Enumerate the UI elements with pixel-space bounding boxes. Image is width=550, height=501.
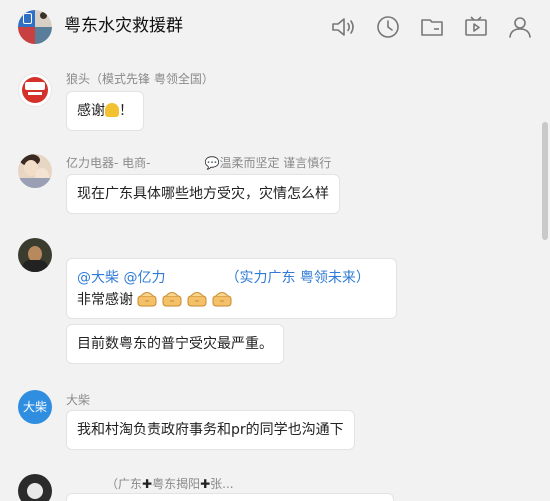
message-bubble[interactable]: 目前数粤东的普宁受灾最严重。 [66, 324, 284, 364]
mention-link[interactable]: @大柴 [77, 270, 119, 286]
avatar-photo [18, 178, 52, 188]
video-icon[interactable] [463, 14, 489, 40]
folded-hands-icon [105, 103, 119, 117]
group-avatar[interactable] [18, 10, 52, 44]
avatar-photo [22, 260, 48, 272]
sender-name-part: 亿力电器- 电商- [66, 156, 151, 170]
group-title[interactable]: 粤东水灾救援群 [64, 14, 183, 38]
message-bubble[interactable]: 我和村淘负责政府事务和pr的同学也沟通下 [66, 410, 355, 450]
sender-name-part: （广东 [106, 477, 143, 491]
avatar-tile [35, 10, 52, 27]
avatar-logo-text [25, 82, 45, 90]
gift-icon [186, 290, 208, 308]
message-bubble[interactable]: 现在广东具体哪些地方受灾，灾情怎么样 [66, 174, 340, 214]
avatar[interactable] [18, 474, 52, 501]
avatar[interactable]: 大柴 [18, 390, 52, 424]
avatar-logo [22, 77, 48, 103]
sender-name[interactable]: （广东✚粤东揭阳✚张... [106, 476, 234, 492]
scrollbar-thumb[interactable] [542, 122, 548, 240]
plus-icon: ✚ [142, 477, 153, 491]
message-list[interactable]: 狼头（模式先锋 粤领全国） 感谢 ！ 亿力电器- 电商- 💬温柔而坚定 谨言慎行 现… [0, 56, 550, 501]
avatar-tile [35, 27, 52, 44]
members-icon[interactable] [507, 14, 533, 40]
folder-icon[interactable] [419, 14, 445, 40]
mention-link[interactable]: （实力广东 粤领未来） [225, 270, 369, 286]
speaker-icon[interactable] [330, 14, 356, 40]
avatar-tile [18, 10, 35, 27]
chat-header: 粤东水灾救援群 [0, 0, 550, 56]
message-text: 感谢 [77, 103, 105, 119]
gift-icon [136, 290, 158, 308]
message-bubble[interactable]: 感谢 ！ [66, 91, 144, 131]
message-text: 非常感谢 [77, 292, 133, 308]
message-bubble[interactable]: @大柴 @亿力 （实力广东 粤领未来） 非常感谢 [66, 258, 397, 319]
sender-name-part: 温柔而坚定 谨言慎行 [219, 156, 332, 170]
message-bubble[interactable] [66, 493, 394, 501]
history-icon[interactable] [375, 14, 401, 40]
gift-icon [211, 290, 233, 308]
avatar[interactable] [18, 238, 52, 272]
avatar-tile [18, 27, 35, 44]
message-text: ！ [119, 103, 133, 119]
sender-name[interactable]: 亿力电器- 电商- 💬温柔而坚定 谨言慎行 [66, 155, 331, 171]
avatar-photo [27, 483, 43, 499]
gift-icon [161, 290, 183, 308]
avatar[interactable] [18, 73, 52, 107]
sender-name[interactable]: 狼头（模式先锋 粤领全国） [66, 71, 214, 87]
sender-name[interactable]: 大柴 [66, 392, 90, 408]
mention-link[interactable]: @亿力 [123, 270, 165, 286]
plus-icon: ✚ [200, 477, 211, 491]
avatar[interactable] [18, 154, 52, 188]
sender-name-part: 粤东揭阳 [152, 477, 201, 491]
speech-bubble-icon: 💬 [204, 156, 220, 170]
avatar-logo-text [28, 92, 42, 95]
sender-name-part: 张... [210, 477, 234, 491]
